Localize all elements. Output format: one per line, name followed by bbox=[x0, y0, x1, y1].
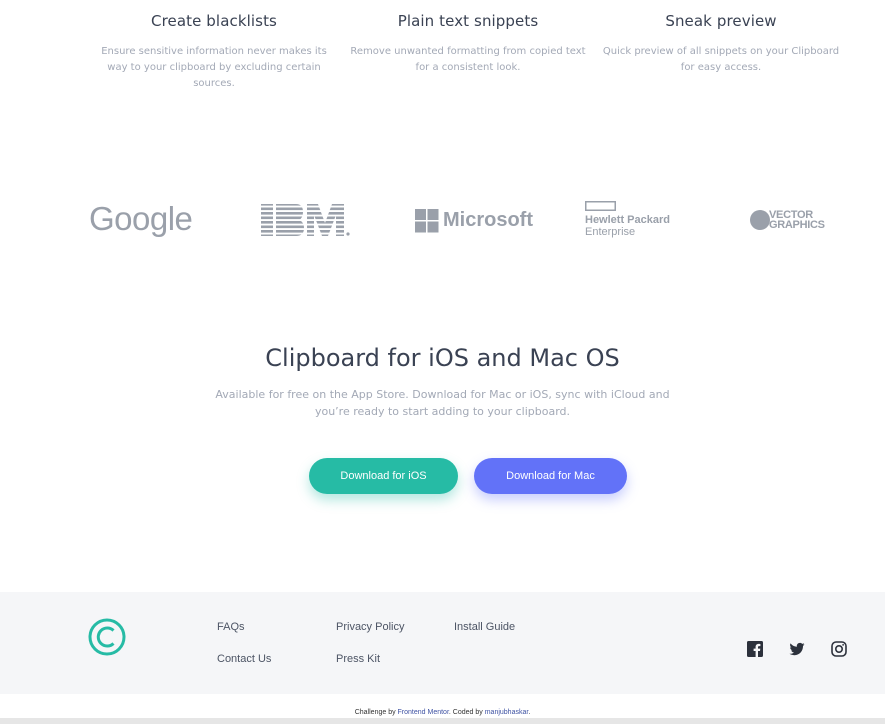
twitter-icon[interactable] bbox=[789, 641, 805, 657]
facebook-icon[interactable] bbox=[747, 641, 763, 657]
download-mac-button[interactable]: Download for Mac bbox=[474, 458, 627, 494]
google-logo: Google bbox=[89, 199, 193, 239]
footer-link-press-kit[interactable]: Press Kit bbox=[336, 651, 380, 667]
google-logo-text: Google bbox=[89, 200, 193, 237]
microsoft-squares-icon bbox=[415, 209, 439, 233]
feature-title: Plain text snippets bbox=[397, 12, 539, 30]
footer-logo[interactable] bbox=[88, 618, 126, 660]
cta-text: Available for free on the App Store. Dow… bbox=[215, 388, 670, 418]
cta-title: Clipboard for iOS and Mac OS bbox=[265, 344, 620, 372]
author-link[interactable]: manjubhaskar bbox=[485, 709, 529, 716]
footer-link-privacy[interactable]: Privacy Policy bbox=[336, 619, 404, 635]
instagram-icon[interactable] bbox=[831, 641, 847, 657]
footer-link-install-guide[interactable]: Install Guide bbox=[454, 619, 515, 635]
download-ios-button[interactable]: Download for iOS bbox=[309, 458, 458, 494]
feature-title: Create blacklists bbox=[151, 12, 277, 30]
partner-logos: Google Microsoft Hewlett Packard Enterpr… bbox=[0, 195, 885, 250]
feature-text: Remove unwanted formatting from copied t… bbox=[350, 46, 586, 73]
hpe-logo: Hewlett Packard Enterprise bbox=[585, 201, 685, 241]
download-cta-section: Clipboard for iOS and Mac OS Available f… bbox=[0, 340, 885, 494]
footer-link-faqs[interactable]: FAQs bbox=[217, 619, 245, 635]
feature-sneak-preview: Sneak preview Quick preview of all snipp… bbox=[601, 10, 841, 76]
hpe-element-icon bbox=[585, 201, 616, 211]
attribution-suffix: . bbox=[528, 709, 531, 716]
footer: FAQs Contact Us Privacy Policy Press Kit… bbox=[0, 592, 885, 694]
frontend-mentor-link[interactable]: Frontend Mentor bbox=[398, 709, 449, 716]
attribution-prefix: Challenge by bbox=[354, 709, 398, 716]
ibm-logo-graphic bbox=[261, 204, 350, 236]
vector-line-2: GRAPHICS bbox=[769, 219, 825, 231]
feature-title: Sneak preview bbox=[665, 12, 777, 30]
feature-text: Ensure sensitive information never makes… bbox=[101, 46, 327, 89]
vector-graphics-logo: VECTOR GRAPHICS bbox=[750, 209, 840, 233]
attribution-middle: . Coded by bbox=[448, 709, 485, 716]
features-section: Create blacklists Ensure sensitive infor… bbox=[0, 0, 885, 110]
footer-link-contact[interactable]: Contact Us bbox=[217, 651, 271, 667]
feature-blacklists: Create blacklists Ensure sensitive infor… bbox=[94, 10, 334, 92]
clipboard-logo-icon bbox=[88, 618, 126, 656]
page-bottom-bar bbox=[0, 718, 885, 724]
microsoft-logo-text: Microsoft bbox=[443, 209, 533, 231]
hpe-line-2: Enterprise bbox=[585, 226, 636, 238]
feature-text: Quick preview of all snippets on your Cl… bbox=[602, 46, 840, 73]
attribution: Challenge by Frontend Mentor. Coded by m… bbox=[0, 694, 885, 718]
ibm-logo bbox=[260, 203, 352, 243]
vector-circle-icon bbox=[750, 210, 770, 230]
feature-plain-text: Plain text snippets Remove unwanted form… bbox=[348, 10, 588, 76]
